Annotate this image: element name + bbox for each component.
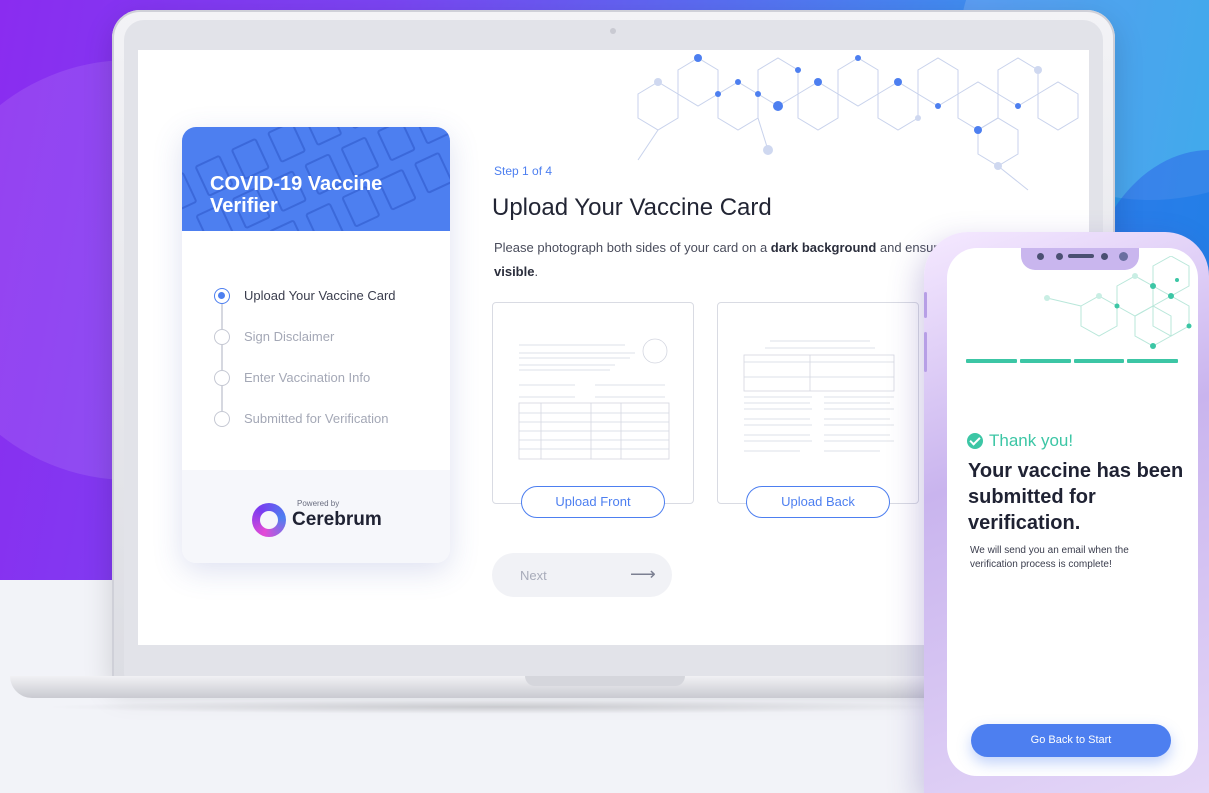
sensor-icon: [1037, 253, 1044, 260]
upload-front-button[interactable]: Upload Front: [521, 486, 665, 518]
laptop-base: [10, 676, 1000, 698]
instructions-part: Please photograph both sides of your car…: [494, 240, 771, 255]
step-indicator-icon: [214, 328, 230, 345]
step-label: Submitted for Verification: [244, 411, 389, 426]
hexagon-decoration: [637, 54, 1079, 191]
vaccine-card-front-image: [518, 338, 670, 460]
laptop-shadow: [40, 700, 960, 714]
front-camera-icon: [1119, 252, 1128, 261]
step-item-vaccination-info[interactable]: Enter Vaccination Info: [214, 357, 396, 411]
step-list: Upload Your Vaccine Card Sign Disclaimer…: [214, 275, 396, 439]
speaker-icon: [1068, 254, 1094, 258]
sensor-icon: [1101, 253, 1108, 260]
step-item-disclaimer[interactable]: Sign Disclaimer: [214, 316, 396, 370]
next-button[interactable]: Next ⟶: [492, 553, 672, 597]
step-indicator-icon: [214, 410, 230, 427]
vaccine-card-back-image: [743, 340, 895, 452]
phone-notch: [1021, 248, 1139, 270]
phone-side-button: [924, 332, 927, 372]
step-indicator-icon: [214, 287, 230, 304]
thank-you-label: Thank you!: [989, 431, 1074, 450]
step-counter: Step 1 of 4: [494, 164, 553, 178]
step-item-submitted[interactable]: Submitted for Verification: [214, 398, 396, 439]
progress-segment: [966, 359, 1017, 363]
confirmation-headline: Your vaccine has been submitted for veri…: [968, 460, 1184, 534]
phone-frame: Thank you! Your vaccine has been submitt…: [924, 232, 1209, 793]
upload-back-button[interactable]: Upload Back: [746, 486, 890, 518]
step-indicator-icon: [214, 369, 230, 386]
progress-segment: [1127, 359, 1178, 363]
progress-bar: [966, 359, 1178, 363]
sidebar-footer: Powered by Cerebrum: [182, 470, 450, 563]
step-label: Sign Disclaimer: [244, 329, 335, 344]
laptop-notch: [525, 676, 685, 686]
phone-side-button: [924, 292, 927, 318]
confirmation-body: We will send you an email when the verif…: [970, 545, 1129, 570]
next-button-label: Next: [520, 568, 547, 583]
upload-back-dropzone[interactable]: Upload Back: [717, 302, 919, 518]
thank-you-row: Thank you!: [967, 431, 1073, 451]
progress-segment: [1019, 359, 1071, 363]
arrow-right-icon: ⟶: [630, 564, 656, 584]
instructions-part: .: [534, 264, 539, 279]
step-item-upload[interactable]: Upload Your Vaccine Card: [214, 275, 396, 329]
app-title: COVID-19 Vaccine Verifier: [210, 173, 383, 217]
sensor-icon: [1056, 253, 1063, 260]
page-title: Upload Your Vaccine Card: [492, 194, 772, 221]
step-label: Enter Vaccination Info: [244, 370, 371, 385]
sidebar-card: COVID-19 Vaccine Verifier Upload Your Va…: [182, 127, 450, 563]
camera-icon: [610, 28, 616, 34]
check-circle-icon: [967, 433, 983, 449]
brand-name: Cerebrum: [292, 509, 382, 530]
sidebar-header: COVID-19 Vaccine Verifier: [182, 127, 450, 231]
phone-screen: Thank you! Your vaccine has been submitt…: [947, 248, 1198, 776]
step-label: Upload Your Vaccine Card: [244, 288, 396, 303]
powered-by-label: Powered by: [297, 499, 340, 508]
hexagon-decoration: [1044, 256, 1192, 349]
upload-front-dropzone[interactable]: Upload Front: [492, 302, 694, 518]
instructions-emphasis: dark background: [770, 240, 877, 255]
cerebrum-logo-icon: [252, 503, 286, 537]
go-back-to-start-button[interactable]: Go Back to Start: [971, 724, 1171, 757]
progress-segment: [1073, 359, 1125, 363]
